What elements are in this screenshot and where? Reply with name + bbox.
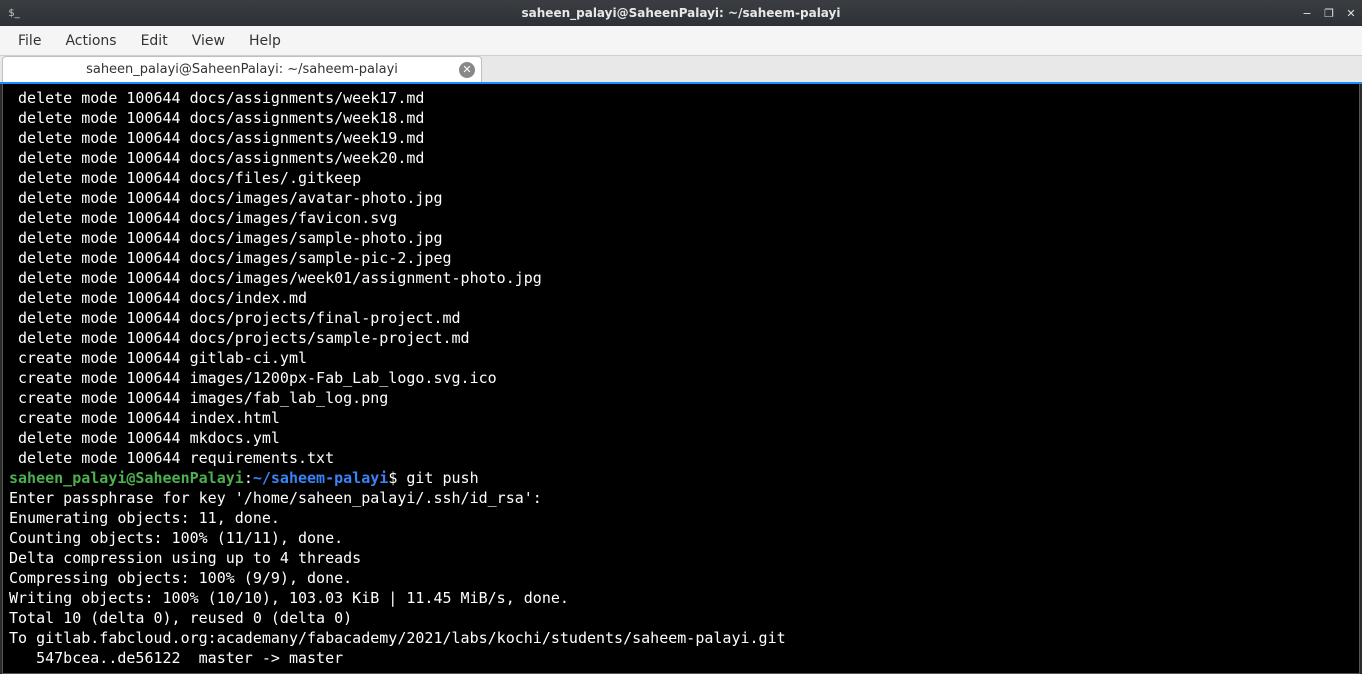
command-text: git push (397, 469, 478, 487)
prompt-dollar: $ (388, 469, 397, 487)
git-status-line: delete mode 100644 docs/files/.gitkeep (9, 168, 1353, 188)
terminal-output[interactable]: delete mode 100644 docs/assignments/week… (2, 84, 1360, 674)
menu-view[interactable]: View (180, 29, 237, 53)
tab-close-button[interactable]: ✕ (459, 62, 475, 78)
git-push-output-line: Compressing objects: 100% (9/9), done. (9, 568, 1353, 588)
git-status-line: delete mode 100644 docs/images/favicon.s… (9, 208, 1353, 228)
menu-edit[interactable]: Edit (129, 29, 180, 53)
prompt-path: ~/saheem-palayi (253, 469, 388, 487)
git-push-output-line: Enter passphrase for key '/home/saheen_p… (9, 488, 1353, 508)
git-push-output-line: 547bcea..de56122 master -> master (9, 648, 1353, 668)
git-status-line: delete mode 100644 docs/assignments/week… (9, 148, 1353, 168)
git-push-output-line: Writing objects: 100% (10/10), 103.03 Ki… (9, 588, 1353, 608)
menubar: File Actions Edit View Help (0, 26, 1362, 56)
menu-actions[interactable]: Actions (53, 29, 128, 53)
tab-title: saheen_palayi@SaheenPalayi: ~/saheem-pal… (86, 62, 398, 77)
prompt-separator: : (244, 469, 253, 487)
window-title: saheen_palayi@SaheenPalayi: ~/saheem-pal… (522, 6, 841, 20)
prompt-user: saheen_palayi@SaheenPalayi (9, 469, 244, 487)
git-status-line: create mode 100644 gitlab-ci.yml (9, 348, 1353, 368)
git-status-line: delete mode 100644 docs/assignments/week… (9, 128, 1353, 148)
git-push-output-line: Delta compression using up to 4 threads (9, 548, 1353, 568)
close-button[interactable]: ✕ (1344, 6, 1358, 20)
titlebar: $_ saheen_palayi@SaheenPalayi: ~/saheem-… (0, 0, 1362, 26)
git-status-line: delete mode 100644 docs/images/sample-pi… (9, 248, 1353, 268)
git-status-line: delete mode 100644 mkdocs.yml (9, 428, 1353, 448)
git-status-line: create mode 100644 index.html (9, 408, 1353, 428)
git-status-line: delete mode 100644 docs/assignments/week… (9, 88, 1353, 108)
git-push-output-line: Counting objects: 100% (11/11), done. (9, 528, 1353, 548)
prompt-line: saheen_palayi@SaheenPalayi:~/saheem-pala… (9, 468, 1353, 488)
git-status-line: delete mode 100644 requirements.txt (9, 448, 1353, 468)
git-status-line: delete mode 100644 docs/images/avatar-ph… (9, 188, 1353, 208)
git-status-line: create mode 100644 images/fab_lab_log.pn… (9, 388, 1353, 408)
menu-file[interactable]: File (6, 29, 53, 53)
git-push-output-line: To gitlab.fabcloud.org:academany/fabacad… (9, 628, 1353, 648)
close-icon: ✕ (462, 63, 471, 76)
window-controls: − ❐ ✕ (1300, 6, 1358, 20)
git-status-line: delete mode 100644 docs/projects/final-p… (9, 308, 1353, 328)
minimize-button[interactable]: − (1300, 6, 1314, 20)
git-status-line: delete mode 100644 docs/images/week01/as… (9, 268, 1353, 288)
git-status-line: delete mode 100644 docs/projects/sample-… (9, 328, 1353, 348)
menu-help[interactable]: Help (237, 29, 293, 53)
git-status-line: create mode 100644 images/1200px-Fab_Lab… (9, 368, 1353, 388)
git-status-line: delete mode 100644 docs/index.md (9, 288, 1353, 308)
git-push-output-line: Enumerating objects: 11, done. (9, 508, 1353, 528)
git-push-output-line: Total 10 (delta 0), reused 0 (delta 0) (9, 608, 1353, 628)
maximize-button[interactable]: ❐ (1322, 6, 1336, 20)
tabbar: saheen_palayi@SaheenPalayi: ~/saheem-pal… (0, 56, 1362, 84)
git-status-line: delete mode 100644 docs/assignments/week… (9, 108, 1353, 128)
terminal-tab[interactable]: saheen_palayi@SaheenPalayi: ~/saheem-pal… (2, 56, 482, 82)
terminal-icon: $_ (6, 5, 22, 21)
git-status-line: delete mode 100644 docs/images/sample-ph… (9, 228, 1353, 248)
